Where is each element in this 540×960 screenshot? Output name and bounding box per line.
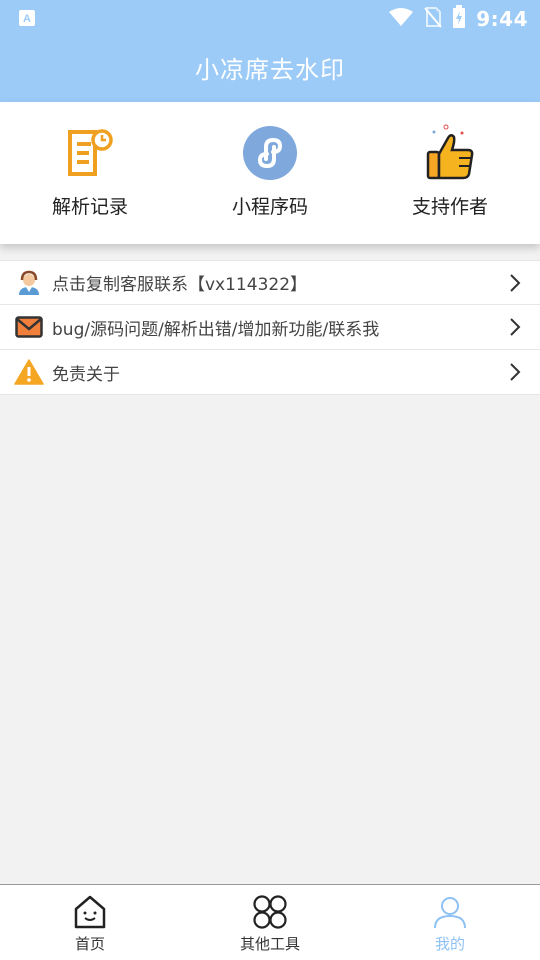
record-document-icon: [61, 124, 119, 182]
parse-history-label: 解析记录: [51, 196, 128, 218]
menu-item-customer-service[interactable]: 点击复制客服联系【vx114322】: [0, 260, 540, 305]
menu-list: 点击复制客服联系【vx114322】 bug/源码问题/解析出错/增加新功能/联…: [0, 260, 540, 395]
customer-service-icon: [14, 268, 44, 298]
support-author-label: 支持作者: [411, 196, 488, 218]
tab-other-tools-label: 其他工具: [239, 935, 300, 953]
tab-home-label: 首页: [74, 935, 105, 953]
warning-icon: [14, 357, 44, 387]
support-author-button[interactable]: 支持作者: [360, 102, 540, 244]
notification-app-icon: A: [18, 9, 36, 31]
user-icon: [434, 897, 466, 929]
menu-item-label: 免责关于: [52, 364, 120, 385]
clock: 9:44: [476, 7, 528, 31]
menu-item-label: bug/源码问题/解析出错/增加新功能/联系我: [52, 319, 380, 340]
mail-icon: [14, 312, 44, 342]
home-icon: [74, 895, 106, 929]
mini-program-code-label: 小程序码: [231, 196, 308, 218]
status-bar: A 9:44: [0, 0, 540, 36]
tab-home[interactable]: 首页: [0, 885, 180, 960]
chevron-right-icon: [510, 363, 521, 381]
mini-program-icon: [241, 124, 299, 182]
menu-item-label: 点击复制客服联系【vx114322】: [52, 275, 308, 295]
chevron-right-icon: [510, 273, 521, 292]
battery-charging-icon: [452, 5, 466, 33]
quick-actions-panel: 解析记录 小程序码 支持作者: [0, 102, 540, 244]
menu-item-disclaimer[interactable]: 免责关于: [0, 350, 540, 395]
wifi-icon: [388, 7, 414, 31]
no-sim-icon: [424, 6, 443, 32]
header: A 9:44 小凉席去水印: [0, 0, 540, 102]
bottom-tab-bar: 首页 其他工具 我的: [0, 884, 540, 960]
tab-mine-label: 我的: [434, 935, 465, 953]
parse-history-button[interactable]: 解析记录: [0, 102, 180, 244]
tools-grid-icon: [253, 895, 287, 929]
tab-mine[interactable]: 我的: [360, 885, 540, 960]
menu-item-contact-me[interactable]: bug/源码问题/解析出错/增加新功能/联系我: [0, 305, 540, 350]
chevron-right-icon: [510, 318, 521, 336]
app-title: 小凉席去水印: [195, 56, 345, 84]
mini-program-code-button[interactable]: 小程序码: [180, 102, 360, 244]
thumbs-up-icon: [421, 124, 479, 182]
svg-text:A: A: [23, 13, 31, 25]
tab-other-tools[interactable]: 其他工具: [180, 885, 360, 960]
